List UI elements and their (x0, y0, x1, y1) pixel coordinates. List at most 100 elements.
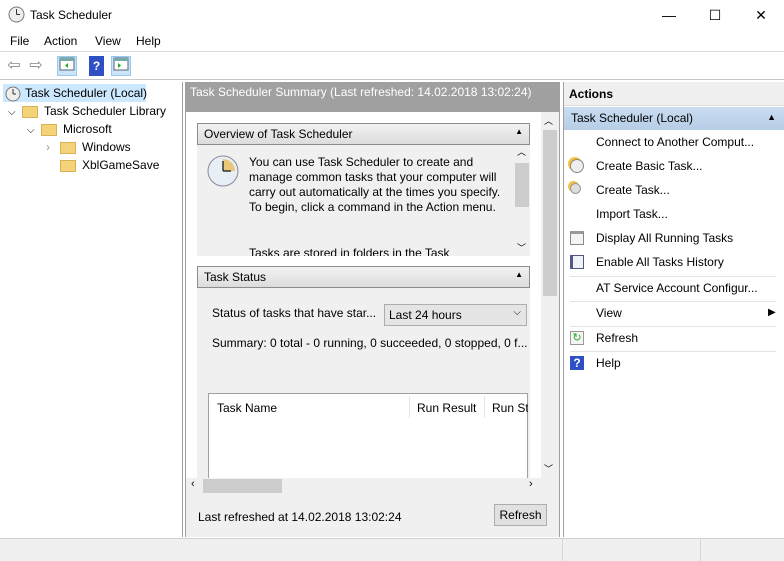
forward-arrow-icon[interactable]: ⇨ (26, 56, 46, 76)
tree-label: Task Scheduler (Local) (25, 86, 148, 100)
overview-scrollbar[interactable]: ︿ ﹀ (514, 145, 530, 256)
submenu-arrow-icon: ▶ (768, 307, 776, 318)
section-title: Task Status (204, 270, 267, 284)
summary-vertical-scrollbar[interactable]: ︿ ﹀ (541, 112, 559, 478)
action-label: AT Service Account Configur... (596, 281, 758, 295)
refresh-button[interactable]: Refresh (494, 504, 547, 526)
scroll-down-icon[interactable]: ﹀ (544, 462, 553, 475)
action-view[interactable]: View ▶ (564, 301, 781, 325)
task-table: Task Name Run Result Run St (208, 393, 528, 478)
tree-item-task-scheduler-local[interactable]: Task Scheduler (Local) (3, 84, 148, 102)
help-icon: ? (570, 356, 584, 370)
action-enable-history[interactable]: Enable All Tasks History (564, 250, 781, 274)
last-refreshed-text: Last refreshed at 14.02.2018 13:02:24 (198, 510, 402, 524)
scroll-left-icon[interactable]: ‹ (191, 478, 195, 490)
action-create-task[interactable]: Create Task... (564, 178, 781, 202)
tree-label: Microsoft (63, 122, 112, 136)
overview-text-more: Tasks are stored in folders in the Task (249, 246, 450, 256)
overview-section-header[interactable]: Overview of Task Scheduler ▲ (197, 123, 530, 145)
menu-file[interactable]: File (10, 34, 29, 48)
folder-icon (60, 141, 76, 154)
menu-help[interactable]: Help (136, 34, 161, 48)
action-label: View (596, 306, 622, 320)
show-hide-console-tree-icon[interactable] (57, 56, 77, 76)
action-import-task[interactable]: Import Task... (564, 202, 781, 226)
action-label: Enable All Tasks History (596, 255, 724, 269)
tree-label: XblGameSave (82, 158, 160, 172)
scrollbar-thumb[interactable] (515, 163, 529, 207)
collapse-icon[interactable]: ▲ (767, 112, 776, 122)
show-hide-action-pane-icon[interactable] (111, 56, 131, 76)
back-arrow-icon[interactable]: ⇦ (4, 56, 24, 76)
collapse-icon[interactable]: ▲ (515, 270, 523, 279)
scroll-up-icon[interactable]: ︿ (517, 145, 526, 158)
chevron-right-icon[interactable]: › (46, 138, 60, 156)
help-icon[interactable]: ? (89, 56, 104, 76)
close-button[interactable]: ✕ (738, 0, 784, 30)
summary-header: Task Scheduler Summary (Last refreshed: … (186, 82, 559, 112)
chevron-down-icon[interactable]: ⌵ (8, 104, 22, 122)
actions-pane: Actions Task Scheduler (Local) ▲ Connect … (563, 82, 784, 537)
column-header-task-name[interactable]: Task Name (217, 401, 277, 415)
toolbar: ⇦ ⇨ ? (0, 53, 784, 80)
column-header-run-result[interactable]: Run Result (417, 401, 476, 415)
select-value: Last 24 hours (389, 308, 462, 322)
action-display-running-tasks[interactable]: Display All Running Tasks (564, 226, 781, 250)
overview-body: You can use Task Scheduler to create and… (197, 145, 530, 256)
action-label: Create Task... (596, 183, 670, 197)
running-tasks-icon (570, 231, 584, 245)
tree-item-windows[interactable]: › Windows (46, 138, 131, 156)
clock-icon (8, 6, 25, 23)
folder-icon (60, 159, 76, 172)
scrollbar-thumb[interactable] (203, 479, 282, 493)
action-connect[interactable]: Connect to Another Comput... (564, 130, 781, 154)
tree-item-microsoft[interactable]: ⌵ Microsoft (27, 120, 112, 138)
summary-pane: Task Scheduler Summary (Last refreshed: … (185, 82, 560, 537)
overview-text: You can use Task Scheduler to create and… (249, 155, 501, 214)
scroll-up-icon[interactable]: ︿ (544, 114, 553, 127)
task-status-section-header[interactable]: Task Status ▲ (197, 266, 530, 288)
tree-label: Task Scheduler Library (44, 104, 167, 118)
create-task-icon (570, 183, 581, 194)
column-header-run-start[interactable]: Run St (492, 401, 528, 415)
action-refresh[interactable]: ↻ Refresh (564, 326, 781, 350)
tree-label: Windows (82, 140, 131, 154)
minimize-button[interactable]: — (646, 0, 692, 30)
title-bar: Task Scheduler — ☐ ✕ (0, 0, 784, 30)
action-label: Display All Running Tasks (596, 231, 734, 245)
action-at-service-account[interactable]: AT Service Account Configur... (564, 276, 781, 300)
collapse-icon[interactable]: ▲ (515, 127, 523, 136)
summary-line: Summary: 0 total - 0 running, 0 succeede… (212, 336, 528, 350)
chevron-down-icon[interactable]: ⌵ (27, 122, 41, 140)
tree-item-task-scheduler-library[interactable]: ⌵ Task Scheduler Library (8, 102, 166, 120)
actions-group-header[interactable]: Task Scheduler (Local) ▲ (564, 107, 784, 130)
status-bar (0, 538, 784, 561)
action-help[interactable]: ? Help (564, 351, 781, 375)
scrollbar-thumb[interactable] (543, 130, 557, 296)
actions-header: Actions (564, 82, 784, 106)
status-label: Status of tasks that have star... (212, 306, 377, 320)
scroll-right-icon[interactable]: › (529, 478, 533, 490)
group-title: Task Scheduler (Local) (571, 111, 694, 125)
chevron-down-icon: ⌵ (513, 307, 521, 318)
scroll-down-icon[interactable]: ﹀ (517, 241, 526, 254)
tree-item-xblgamesave[interactable]: XblGameSave (60, 156, 159, 174)
menu-view[interactable]: View (95, 34, 121, 48)
menu-action[interactable]: Action (44, 34, 77, 48)
action-label: Create Basic Task... (596, 159, 703, 173)
section-title: Overview of Task Scheduler (204, 127, 353, 141)
action-label: Refresh (596, 331, 639, 345)
console-tree: Task Scheduler (Local) ⌵ Task Scheduler L… (0, 82, 183, 537)
folder-clock-icon (22, 105, 38, 118)
summary-horizontal-scrollbar[interactable]: ‹ › (186, 478, 541, 494)
create-basic-task-icon (570, 159, 584, 173)
menu-bar: File Action View Help (0, 31, 784, 52)
action-label: Import Task... (596, 207, 668, 221)
maximize-button[interactable]: ☐ (692, 0, 738, 30)
clock-icon (5, 86, 21, 102)
action-label: Help (596, 356, 621, 370)
history-log-icon (570, 255, 584, 269)
action-create-basic-task[interactable]: Create Basic Task... (564, 154, 781, 178)
action-label: Connect to Another Comput... (596, 135, 755, 149)
status-period-select[interactable]: Last 24 hours ⌵ (384, 304, 527, 326)
